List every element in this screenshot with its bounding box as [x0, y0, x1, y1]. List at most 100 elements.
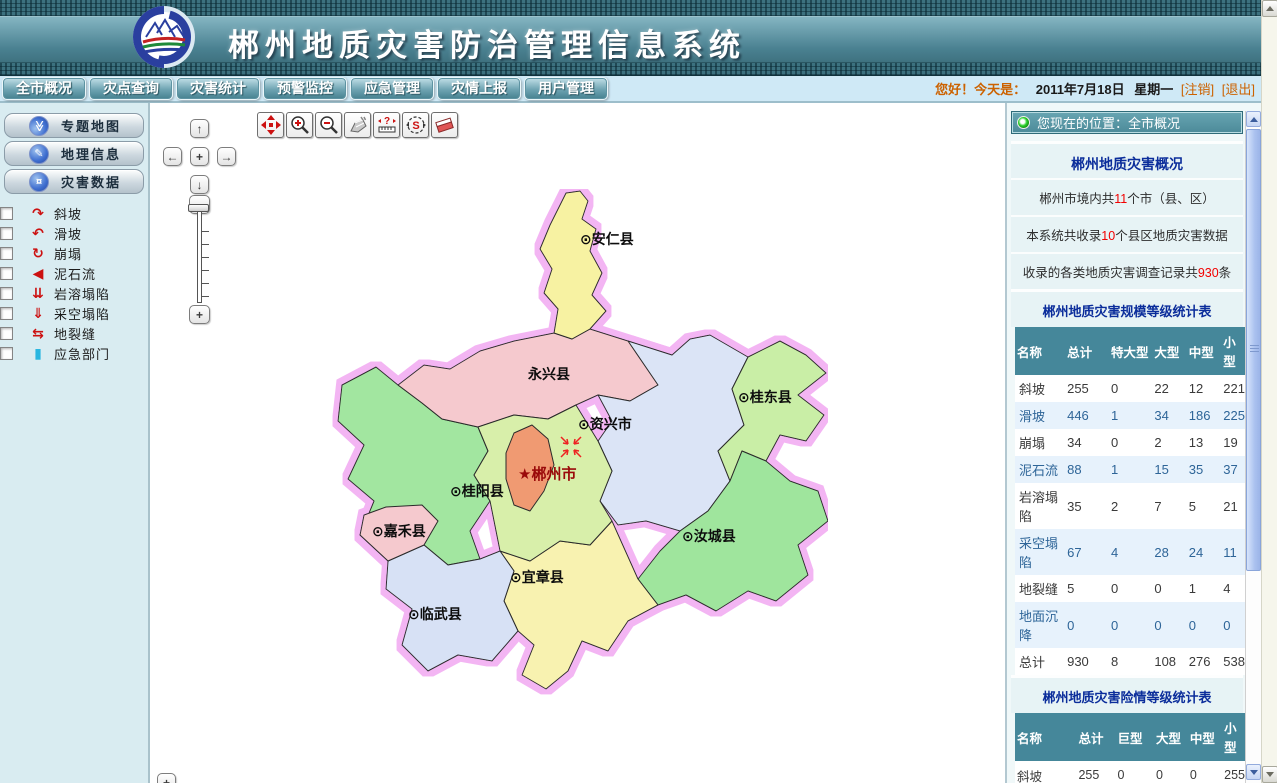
clear-tool-button[interactable]	[431, 112, 458, 138]
table-row: 采空塌陷674282411	[1015, 529, 1247, 575]
drag-map-tool-button[interactable]	[344, 112, 371, 138]
nav-tab[interactable]: 全市概况	[2, 77, 86, 100]
layer-checkbox[interactable]	[0, 287, 13, 300]
pan-arrows-icon	[261, 115, 281, 135]
panel-scroll-up-button[interactable]	[1246, 111, 1261, 127]
column-header: 大型	[1154, 713, 1188, 761]
sidebar-accordion-header[interactable]: ✎ 地理信息	[4, 141, 144, 166]
nav-tab[interactable]: 灾点查询	[89, 77, 173, 100]
layer-checkbox[interactable]	[0, 307, 13, 320]
map-region-anren[interactable]	[540, 191, 606, 339]
sidebar: ≪ 专题地图 ✎ 地理信息 ¤ 灾害数据	[0, 103, 150, 783]
pan-up-button[interactable]: ↑	[190, 119, 209, 138]
table-row: 斜坡255000255	[1015, 761, 1247, 783]
measure-distance-tool-button[interactable]: ?	[373, 112, 400, 138]
page-scroll-down-button[interactable]	[1262, 766, 1277, 783]
scale-icon: S	[406, 115, 426, 135]
map-label: ⊙临武县	[408, 606, 462, 622]
zoom-slider-thumb[interactable]	[188, 204, 209, 212]
pan-left-button[interactable]: ←	[163, 147, 182, 166]
overview-line: 收录的各类地质灾害调查记录共930条	[1011, 252, 1243, 289]
measure-icon: ?	[377, 115, 397, 135]
table-row: 崩塌34021319	[1015, 429, 1247, 456]
layer-checkbox[interactable]	[0, 247, 13, 260]
pan-down-button[interactable]: ↓	[190, 175, 209, 194]
nav-tab[interactable]: 应急管理	[350, 77, 434, 100]
map-toolbar: ? S	[256, 111, 459, 139]
map-label: ⊙安仁县	[580, 231, 634, 247]
zoom-in-icon	[290, 115, 310, 135]
scale-tool-button[interactable]: S	[402, 112, 429, 138]
layer-checkbox[interactable]	[0, 227, 13, 240]
layer-checkbox[interactable]	[0, 207, 13, 220]
highlight-number: 930	[1198, 266, 1219, 280]
pan-tool-button[interactable]	[257, 112, 284, 138]
layer-checkbox[interactable]	[0, 267, 13, 280]
logout-link[interactable]: [注销]	[1181, 82, 1214, 97]
page-scroll-up-button[interactable]	[1262, 0, 1277, 17]
nav-tabs: 全市概况灾点查询灾害统计预警监控应急管理灾情上报用户管理	[2, 77, 608, 100]
column-header: 总计	[1076, 713, 1115, 761]
layer-symbol-icon: ◀	[28, 266, 48, 280]
table-row: 地面沉降00000	[1015, 602, 1247, 648]
map-canvas[interactable]: ⊙安仁县 永兴县 ⊙资兴市 ⊙桂东县 ⊙桂阳县 ⊙嘉禾县 ⊙汝城县 ⊙宜章县 ⊙…	[328, 189, 828, 699]
map-label: 永兴县	[527, 366, 570, 382]
table-row: 滑坡446134186225	[1015, 402, 1247, 429]
sidebar-accordion-header[interactable]: ≪ 专题地图	[4, 113, 144, 138]
arrow-up-icon	[1250, 113, 1258, 122]
panel-scrollbar[interactable]	[1245, 111, 1261, 783]
scale-table-title: 郴州地质灾害规模等级统计表	[1011, 289, 1243, 327]
greeting-text: 您好！今天是：	[935, 82, 1026, 97]
accordion-label: 灾害数据	[61, 172, 121, 191]
scale-statistics-table: 名称总计特大型大型中型小型 斜坡25502212221 滑坡4461341862…	[1015, 327, 1247, 675]
panel-scroll-down-button[interactable]	[1246, 764, 1261, 780]
layer-label: 泥石流	[54, 264, 96, 283]
column-header: 名称	[1015, 327, 1065, 375]
layer-symbol-icon: ⇓	[28, 306, 48, 320]
accordion-label: 专题地图	[61, 116, 121, 135]
pan-center-button[interactable]: +	[190, 147, 209, 166]
highlight-number: 11	[1114, 192, 1127, 206]
nav-tab[interactable]: 灾情上报	[437, 77, 521, 100]
nav-tab[interactable]: 预警监控	[263, 77, 347, 100]
layer-label: 滑坡	[54, 224, 82, 243]
info-panel: 您现在的位置：全市概况 郴州地质灾害概况 郴州市境内共11个市（县、区） 本系统…	[1005, 103, 1261, 783]
layer-checkbox[interactable]	[0, 327, 13, 340]
zoom-in-tool-button[interactable]	[286, 112, 313, 138]
nav-tab[interactable]: 灾害统计	[176, 77, 260, 100]
accordion-label: 地理信息	[61, 144, 121, 163]
table-row: 岩溶塌陷3527521	[1015, 483, 1247, 529]
panel-scroll-thumb[interactable]	[1246, 129, 1261, 571]
column-header: 名称	[1015, 713, 1076, 761]
page-scrollbar[interactable]	[1261, 0, 1277, 783]
zoom-slider-ticks	[202, 219, 209, 299]
layer-row: ⇊ 岩溶塌陷	[0, 283, 148, 303]
hand-map-icon	[348, 115, 368, 135]
layer-row: ↷ 斜坡	[0, 203, 148, 223]
zoom-out-tool-button[interactable]	[315, 112, 342, 138]
app-logo	[132, 5, 196, 69]
layer-label: 崩塌	[54, 244, 82, 263]
column-header: 中型	[1187, 327, 1222, 375]
corner-plus-button[interactable]: +	[157, 773, 176, 783]
app-header: 郴州地质灾害防治管理信息系统	[0, 0, 1261, 75]
pan-right-button[interactable]: →	[217, 147, 236, 166]
location-bar: 您现在的位置：全市概况	[1011, 111, 1243, 134]
accordion-icon: ≪	[29, 116, 49, 136]
map-panel[interactable]: ↑ ← + → ↓ − + +	[150, 103, 1005, 783]
table-row: 地裂缝50014	[1015, 575, 1247, 602]
map-label: ⊙宜章县	[510, 569, 564, 585]
current-date: 2011年7月18日	[1036, 82, 1125, 97]
exit-link[interactable]: [退出]	[1222, 82, 1255, 97]
sidebar-accordion-header[interactable]: ¤ 灾害数据	[4, 169, 144, 194]
arrow-down-icon	[1266, 772, 1274, 781]
map-city-label: ★郴州市	[518, 465, 576, 483]
app-title: 郴州地质灾害防治管理信息系统	[228, 20, 746, 65]
nav-tab[interactable]: 用户管理	[524, 77, 608, 100]
column-header: 巨型	[1115, 713, 1153, 761]
zoom-in-step-button[interactable]: +	[189, 305, 210, 324]
layer-checkbox[interactable]	[0, 347, 13, 360]
layer-label: 采空塌陷	[54, 304, 110, 323]
scroll-grip-icon	[1250, 345, 1259, 354]
layer-symbol-icon: ↷	[28, 206, 48, 220]
